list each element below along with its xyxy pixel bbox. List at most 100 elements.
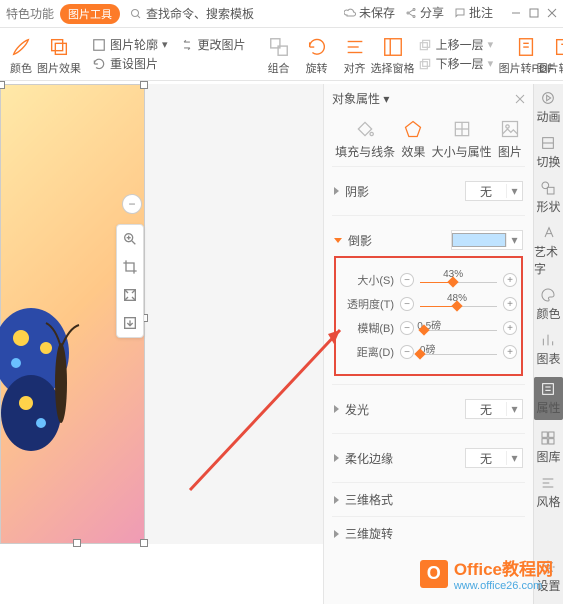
resize-handle[interactable] — [140, 81, 148, 89]
change-button[interactable]: 更改图片 — [180, 36, 246, 53]
move-up-button[interactable]: 上移一层 ▾ — [418, 36, 494, 53]
compress-button[interactable] — [117, 281, 143, 309]
sidetab-shape[interactable]: 形状 — [536, 180, 560, 215]
crop-button[interactable] — [117, 253, 143, 281]
sidetab-color[interactable]: 颜色 — [536, 287, 560, 322]
change-icon — [180, 38, 194, 52]
canvas-area[interactable]: − — [0, 84, 323, 544]
align-button[interactable]: 对齐 — [338, 34, 372, 78]
image-tools-pill[interactable]: 图片工具 — [60, 4, 120, 24]
reflection-select[interactable]: ▾ — [451, 230, 523, 250]
tab-picture[interactable]: 图片 — [498, 119, 522, 160]
dist-decrease[interactable]: − — [400, 345, 414, 359]
ribbon: 颜色 图片效果 图片轮廓 ▾ 重设图片 更改图片 组合 旋转 对齐 选择窗格 上… — [0, 28, 563, 81]
size-icon — [452, 119, 472, 139]
art-icon — [541, 225, 557, 241]
effect-button[interactable]: 图片效果 — [42, 34, 76, 78]
unsaved-status[interactable]: 未保存 — [344, 4, 395, 21]
up-icon — [418, 38, 432, 52]
section-reflection[interactable]: 倒影 — [334, 232, 372, 249]
export-icon — [122, 315, 138, 331]
section-3d-rotate[interactable]: 三维旋转 — [334, 525, 523, 542]
down-icon — [418, 57, 432, 71]
trans-increase[interactable]: + — [503, 297, 517, 311]
outline-button[interactable]: 图片轮廓 ▾ — [92, 36, 168, 53]
tab-size[interactable]: 大小与属性 — [432, 119, 492, 160]
rotate-button[interactable]: 旋转 — [300, 34, 334, 78]
blur-decrease[interactable]: − — [400, 321, 414, 335]
blur-label: 模糊(B) — [340, 320, 394, 336]
tab-fill[interactable]: 填充与线条 — [335, 119, 395, 160]
panel-title: 对象属性 ▾ — [332, 90, 389, 107]
feature-tab[interactable]: 特色功能 — [6, 5, 54, 22]
anim-icon — [540, 90, 556, 106]
shadow-select[interactable]: 无▾ — [465, 181, 523, 201]
section-shadow[interactable]: 阴影 — [334, 183, 369, 200]
floating-toolbar — [116, 224, 144, 338]
comment-button[interactable]: 批注 — [454, 4, 493, 21]
resize-handle[interactable] — [73, 539, 81, 547]
crop-icon — [122, 259, 138, 275]
effect-icon — [48, 36, 70, 58]
sidetab-art[interactable]: 艺术字 — [534, 225, 563, 277]
outline-icon — [92, 38, 106, 52]
picture-icon — [500, 119, 520, 139]
size-slider[interactable]: 43% — [420, 273, 497, 287]
butterfly-image[interactable] — [0, 293, 111, 463]
minimize-icon[interactable] — [511, 8, 521, 18]
maximize-icon[interactable] — [529, 8, 539, 18]
sidetab-anim[interactable]: 动画 — [536, 90, 560, 125]
transparency-slider[interactable]: 48% — [420, 297, 497, 311]
search-box[interactable]: 查找命令、搜索模板 — [130, 5, 254, 22]
trans-decrease[interactable]: − — [400, 297, 414, 311]
resize-handle[interactable] — [140, 539, 148, 547]
close-icon[interactable] — [547, 8, 557, 18]
sidetab-attr[interactable]: 属性 — [534, 377, 562, 420]
to-text-button[interactable]: 图片转文字 — [547, 34, 563, 78]
size-increase[interactable]: + — [503, 273, 517, 287]
blur-increase[interactable]: + — [503, 321, 517, 335]
section-3d-format[interactable]: 三维格式 — [334, 491, 523, 508]
cloud-icon — [344, 7, 356, 19]
pane-icon — [382, 36, 404, 58]
size-label: 大小(S) — [340, 272, 394, 288]
zoom-icon — [122, 231, 138, 247]
export-button[interactable] — [117, 309, 143, 337]
sidetab-style[interactable]: 风格 — [536, 475, 560, 510]
section-glow[interactable]: 发光 — [334, 401, 369, 418]
switch-icon — [540, 135, 556, 151]
zoom-in-button[interactable] — [117, 225, 143, 253]
zoom-out-button[interactable]: − — [122, 194, 142, 214]
shape-icon — [540, 180, 556, 196]
compress-icon — [122, 287, 138, 303]
move-down-button[interactable]: 下移一层 ▾ — [418, 55, 494, 72]
reset-button[interactable]: 重设图片 — [92, 55, 168, 72]
blur-slider[interactable]: 0.5磅 — [420, 321, 497, 335]
properties-panel: 对象属性 ▾ 填充与线条 效果 大小与属性 图片 阴影 无▾ 倒影 ▾ 大小(S… — [323, 84, 533, 604]
sidetab-chart[interactable]: 图表 — [536, 332, 560, 367]
sidetab-lib[interactable]: 图库 — [536, 430, 560, 465]
search-placeholder: 查找命令、搜索模板 — [146, 5, 254, 22]
side-tab-rail: 动画 切换 形状 艺术字 颜色 图表 属性 图库 风格 设置 — [533, 84, 563, 604]
dist-increase[interactable]: + — [503, 345, 517, 359]
bucket-icon — [355, 119, 375, 139]
reset-icon — [92, 57, 106, 71]
glow-select[interactable]: 无▾ — [465, 399, 523, 419]
soft-edge-select[interactable]: 无▾ — [465, 448, 523, 468]
tab-effect[interactable]: 效果 — [401, 119, 425, 160]
sidetab-switch[interactable]: 切换 — [536, 135, 560, 170]
chart-icon — [540, 332, 556, 348]
transparency-label: 透明度(T) — [340, 296, 394, 312]
close-panel-icon[interactable] — [515, 94, 525, 104]
color-button[interactable]: 颜色 — [4, 34, 38, 78]
resize-handle[interactable] — [0, 81, 5, 89]
section-soft-edge[interactable]: 柔化边缘 — [334, 450, 393, 467]
ocr-icon — [553, 36, 563, 58]
watermark: O Office教程网 www.office26.com — [420, 555, 553, 592]
size-decrease[interactable]: − — [400, 273, 414, 287]
watermark-title: Office教程网 — [454, 555, 553, 580]
share-button[interactable]: 分享 — [405, 4, 444, 21]
select-pane-button[interactable]: 选择窗格 — [376, 34, 410, 78]
group-button[interactable]: 组合 — [262, 34, 296, 78]
distance-slider[interactable]: 0磅 — [420, 345, 497, 359]
